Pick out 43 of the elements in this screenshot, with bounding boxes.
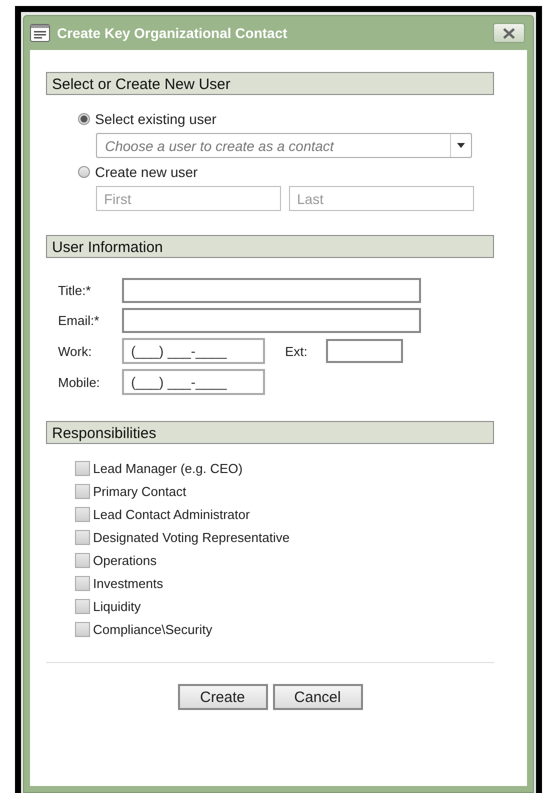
- field-label: Ext:: [285, 344, 308, 358]
- create-button[interactable]: Create: [178, 684, 268, 710]
- checkbox[interactable]: [75, 484, 90, 499]
- radio-label: Select existing user: [95, 111, 216, 127]
- checkbox-label: Designated Voting Representative: [93, 530, 290, 545]
- checkbox[interactable]: [75, 530, 90, 545]
- radio-button[interactable]: [78, 113, 90, 125]
- checkbox-label: Liquidity: [93, 599, 141, 614]
- field-label: Work:: [58, 344, 93, 358]
- section-heading: User Information: [46, 235, 494, 258]
- field-label: Title:*: [58, 283, 92, 298]
- checkbox[interactable]: [75, 576, 90, 591]
- radio-button[interactable]: [78, 166, 90, 178]
- checkbox-label: Investments: [93, 576, 164, 591]
- checkbox-label: Operations: [93, 553, 157, 568]
- field-label: Mobile:: [58, 374, 101, 390]
- ext-input[interactable]: [326, 339, 403, 363]
- email-input[interactable]: [122, 308, 421, 333]
- checkbox-label: Lead Contact Administrator: [93, 507, 250, 522]
- section-heading: Select or Create New User: [46, 72, 494, 95]
- phone-input[interactable]: (___) ___-____: [122, 338, 265, 364]
- checkbox[interactable]: [75, 461, 90, 476]
- phone-input[interactable]: (___) ___-____: [122, 369, 265, 395]
- section-heading: Responsibilities: [46, 421, 494, 444]
- window-title: Create Key Organizational Contact: [57, 25, 288, 41]
- checkbox[interactable]: [75, 622, 90, 637]
- checkbox-label: Lead Manager (e.g. CEO): [93, 461, 243, 476]
- close-button[interactable]: [493, 23, 525, 43]
- radio-label: Create new user: [95, 164, 198, 180]
- checkbox[interactable]: [75, 599, 90, 614]
- checkbox-label: Compliance\Security: [93, 622, 212, 637]
- caret-icon: [457, 143, 465, 148]
- form-icon: [30, 24, 50, 42]
- close-icon: [503, 28, 515, 38]
- cancel-button[interactable]: Cancel: [272, 684, 362, 710]
- last-name-input[interactable]: Last: [289, 186, 474, 211]
- title-input[interactable]: [122, 278, 421, 303]
- checkbox[interactable]: [75, 507, 90, 522]
- user-dropdown[interactable]: Choose a user to create as a contact: [96, 133, 472, 158]
- checkbox-label: Primary Contact: [93, 484, 186, 499]
- first-name-input[interactable]: First: [96, 186, 281, 211]
- field-label: Email:*: [58, 313, 100, 328]
- checkbox[interactable]: [75, 553, 90, 568]
